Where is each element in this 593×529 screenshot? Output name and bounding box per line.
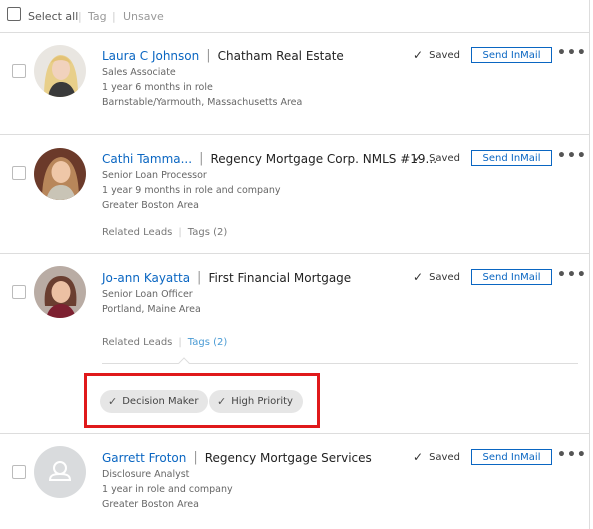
name-company-divider: | — [197, 270, 202, 285]
checkmark-icon: ✓ — [413, 48, 424, 62]
lead-title: Senior Loan Officer — [102, 289, 193, 300]
lead-details: Senior Loan Processor 1 year 9 months in… — [102, 168, 281, 213]
tags-panel-caret — [178, 357, 190, 369]
profile-photo-icon — [34, 148, 86, 200]
lead-location: Greater Boston Area — [102, 200, 199, 211]
checkmark-icon: ✓ — [108, 395, 118, 408]
send-inmail-button[interactable]: Send InMail — [471, 47, 552, 63]
related-leads-link[interactable]: Related Leads — [102, 337, 172, 348]
select-all-checkbox[interactable] — [7, 7, 21, 21]
lead-checkbox[interactable] — [12, 465, 26, 479]
lead-title: Sales Associate — [102, 67, 176, 78]
saved-label: Saved — [429, 152, 460, 164]
name-company-divider: | — [193, 450, 198, 465]
more-options-icon[interactable]: ••• — [557, 148, 587, 164]
more-options-icon[interactable]: ••• — [557, 45, 587, 61]
saved-label: Saved — [429, 49, 460, 61]
saved-label: Saved — [429, 451, 460, 463]
lead-row: Jo-ann Kayatta | First Financial Mortgag… — [0, 254, 589, 434]
tags-panel-divider — [102, 363, 578, 364]
company-link[interactable]: First Financial Mortgage — [208, 271, 351, 285]
more-options-icon[interactable]: ••• — [557, 447, 587, 463]
checkmark-icon: ✓ — [413, 151, 424, 165]
company-link[interactable]: Chatham Real Estate — [218, 49, 344, 63]
avatar[interactable] — [34, 45, 86, 97]
lead-location: Greater Boston Area — [102, 499, 199, 510]
send-inmail-button[interactable]: Send InMail — [471, 269, 552, 285]
lead-tenure: 1 year 9 months in role and company — [102, 185, 281, 196]
lead-name-link[interactable]: Garrett Froton — [102, 451, 186, 465]
name-line: Garrett Froton | Regency Mortgage Servic… — [102, 450, 372, 465]
profile-photo-icon — [34, 45, 86, 97]
name-company-divider: | — [199, 151, 204, 166]
default-person-icon — [48, 461, 72, 481]
saved-label: Saved — [429, 271, 460, 283]
saved-status[interactable]: ✓ Saved — [413, 270, 460, 284]
lead-row: Laura C Johnson | Chatham Real Estate Sa… — [0, 34, 589, 135]
toolbar-divider: | — [78, 10, 82, 23]
name-line: Laura C Johnson | Chatham Real Estate — [102, 48, 344, 63]
avatar[interactable] — [34, 148, 86, 200]
lead-checkbox[interactable] — [12, 166, 26, 180]
lead-links: Related Leads | Tags (2) — [102, 337, 227, 348]
list-toolbar: Select all | Tag | Unsave — [0, 0, 589, 33]
toolbar-divider: | — [112, 10, 116, 23]
send-inmail-button[interactable]: Send InMail — [471, 150, 552, 166]
lead-name-link[interactable]: Jo-ann Kayatta — [102, 271, 190, 285]
links-divider: | — [178, 337, 182, 348]
lead-details: Sales Associate 1 year 6 months in role … — [102, 65, 302, 110]
lead-checkbox[interactable] — [12, 64, 26, 78]
company-link[interactable]: Regency Mortgage Corp. NMLS #19... — [210, 152, 437, 166]
lead-checkbox[interactable] — [12, 285, 26, 299]
related-leads-link[interactable]: Related Leads — [102, 227, 172, 238]
tag-button[interactable]: Tag — [88, 10, 107, 23]
lead-title: Disclosure Analyst — [102, 469, 190, 480]
tags-link[interactable]: Tags (2) — [188, 227, 227, 238]
lead-list-panel: Select all | Tag | Unsave Laura C Johnso… — [0, 0, 590, 529]
checkmark-icon: ✓ — [413, 450, 424, 464]
tag-pill-label: High Priority — [231, 396, 293, 407]
profile-photo-icon — [34, 266, 86, 318]
lead-name-link[interactable]: Cathi Tamma... — [102, 152, 192, 166]
lead-details: Senior Loan Officer Portland, Maine Area — [102, 287, 201, 317]
select-all-label[interactable]: Select all — [28, 10, 78, 23]
send-inmail-button[interactable]: Send InMail — [471, 449, 552, 465]
checkmark-icon: ✓ — [217, 395, 227, 408]
avatar[interactable] — [34, 266, 86, 318]
lead-row: Cathi Tamma... | Regency Mortgage Corp. … — [0, 135, 589, 254]
saved-status[interactable]: ✓ Saved — [413, 151, 460, 165]
tag-pill-high-priority[interactable]: ✓ High Priority — [209, 390, 303, 413]
tags-link[interactable]: Tags (2) — [188, 337, 227, 348]
lead-location: Barnstable/Yarmouth, Massachusetts Area — [102, 97, 303, 108]
checkmark-icon: ✓ — [413, 270, 424, 284]
avatar[interactable] — [34, 446, 86, 498]
lead-title: Senior Loan Processor — [102, 170, 207, 181]
tag-pill-decision-maker[interactable]: ✓ Decision Maker — [100, 390, 209, 413]
lead-links: Related Leads | Tags (2) — [102, 227, 227, 238]
name-company-divider: | — [206, 48, 211, 63]
lead-details: Disclosure Analyst 1 year in role and co… — [102, 467, 233, 512]
lead-tenure: 1 year 6 months in role — [102, 82, 213, 93]
lead-row: Garrett Froton | Regency Mortgage Servic… — [0, 434, 589, 529]
tag-pill-label: Decision Maker — [122, 396, 199, 407]
saved-status[interactable]: ✓ Saved — [413, 48, 460, 62]
links-divider: | — [178, 227, 182, 238]
lead-name-link[interactable]: Laura C Johnson — [102, 49, 199, 63]
company-link[interactable]: Regency Mortgage Services — [205, 451, 372, 465]
saved-status[interactable]: ✓ Saved — [413, 450, 460, 464]
name-line: Cathi Tamma... | Regency Mortgage Corp. … — [102, 151, 437, 166]
lead-location: Portland, Maine Area — [102, 304, 201, 315]
name-line: Jo-ann Kayatta | First Financial Mortgag… — [102, 270, 351, 285]
unsave-button[interactable]: Unsave — [123, 10, 164, 23]
lead-tenure: 1 year in role and company — [102, 484, 233, 495]
more-options-icon[interactable]: ••• — [557, 267, 587, 283]
